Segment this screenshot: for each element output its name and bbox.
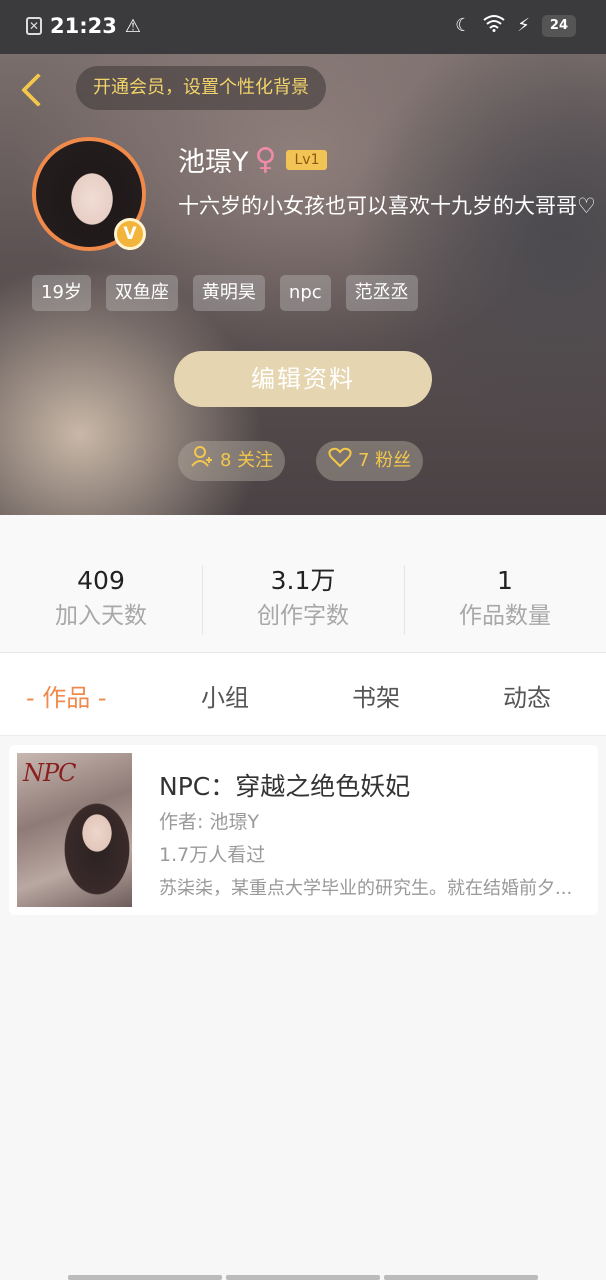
profile-tabs: - 作品 - 小组 书架 动态 bbox=[0, 653, 606, 736]
tag-zodiac[interactable]: 双鱼座 bbox=[105, 275, 178, 311]
followers-count: 7 粉丝 bbox=[358, 450, 412, 471]
following-count: 8 关注 bbox=[220, 450, 274, 471]
book-title[interactable]: NPC：穿越之绝色妖妃 bbox=[159, 767, 410, 803]
charging-icon: ⚡ bbox=[517, 15, 530, 36]
book-author: 作者: 池璟Y bbox=[159, 811, 260, 833]
tab-activity[interactable]: 动态 bbox=[503, 678, 551, 713]
warning-icon: ⚠ bbox=[124, 15, 141, 37]
profile-tags: 19岁 双鱼座 黄明昊 npc 范丞丞 bbox=[32, 275, 418, 311]
profile-header: 开通会员，设置个性化背景 V 池璟Y ♀ Lv1 十六岁的小女孩也可以喜欢十九岁… bbox=[0, 54, 606, 515]
following-button[interactable]: 8 关注 bbox=[178, 441, 286, 481]
stat-days-joined: 409 加入天数 bbox=[0, 565, 202, 633]
status-bar: ✕ 21:23 ⚠ ☾ ⚡ 24 bbox=[0, 0, 606, 54]
work-card[interactable]: NPC NPC：穿越之绝色妖妃 作者: 池璟Y 1.7万人看过 苏柒柒，某重点大… bbox=[9, 745, 598, 915]
username: 池璟Y bbox=[178, 147, 249, 178]
verified-badge-icon: V bbox=[114, 218, 146, 250]
stat-value: 409 bbox=[77, 566, 125, 595]
notification-icon: ✕ bbox=[26, 17, 42, 35]
wifi-icon bbox=[483, 14, 505, 37]
username-row: 池璟Y ♀ Lv1 bbox=[178, 140, 328, 179]
battery-indicator: 24 bbox=[541, 14, 576, 37]
tab-bookshelf[interactable]: 书架 bbox=[352, 678, 400, 713]
level-badge: Lv1 bbox=[286, 149, 328, 170]
moon-icon: ☾ bbox=[455, 15, 472, 36]
back-button[interactable] bbox=[18, 70, 48, 110]
bio-text: 十六岁的小女孩也可以喜欢十九岁的大哥哥♡ bbox=[178, 194, 596, 218]
book-views: 1.7万人看过 bbox=[159, 844, 266, 866]
heart-icon bbox=[328, 441, 352, 481]
vip-background-banner[interactable]: 开通会员，设置个性化背景 bbox=[76, 66, 326, 110]
edit-profile-button[interactable]: 编辑资料 bbox=[174, 351, 432, 407]
stat-label: 作品数量 bbox=[459, 603, 551, 629]
status-time: 21:23 bbox=[50, 14, 117, 38]
stat-value: 3.1万 bbox=[270, 566, 336, 595]
tag-npc[interactable]: npc bbox=[279, 275, 331, 311]
stat-value: 1 bbox=[497, 566, 513, 595]
tag-idol-1[interactable]: 黄明昊 bbox=[192, 275, 265, 311]
followers-button[interactable]: 7 粉丝 bbox=[316, 441, 424, 481]
book-description: 苏柒柒，某重点大学毕业的研究生。就在结婚前夕... bbox=[159, 878, 573, 899]
stat-word-count: 3.1万 创作字数 bbox=[202, 565, 404, 633]
stat-label: 加入天数 bbox=[55, 603, 147, 629]
book-cover-text: NPC bbox=[23, 759, 77, 787]
tab-works[interactable]: - 作品 - bbox=[26, 678, 107, 713]
tag-age[interactable]: 19岁 bbox=[32, 275, 91, 311]
add-user-icon bbox=[190, 441, 214, 481]
stat-label: 创作字数 bbox=[257, 603, 349, 629]
female-gender-icon: ♀ bbox=[254, 141, 277, 177]
nav-gesture-bar bbox=[68, 1275, 538, 1280]
tab-groups[interactable]: 小组 bbox=[201, 678, 249, 713]
tag-idol-2[interactable]: 范丞丞 bbox=[345, 275, 418, 311]
book-cover-image[interactable]: NPC bbox=[17, 753, 132, 907]
stat-works-count: 1 作品数量 bbox=[404, 565, 606, 633]
stats-panel: 409 加入天数 3.1万 创作字数 1 作品数量 bbox=[0, 515, 606, 653]
